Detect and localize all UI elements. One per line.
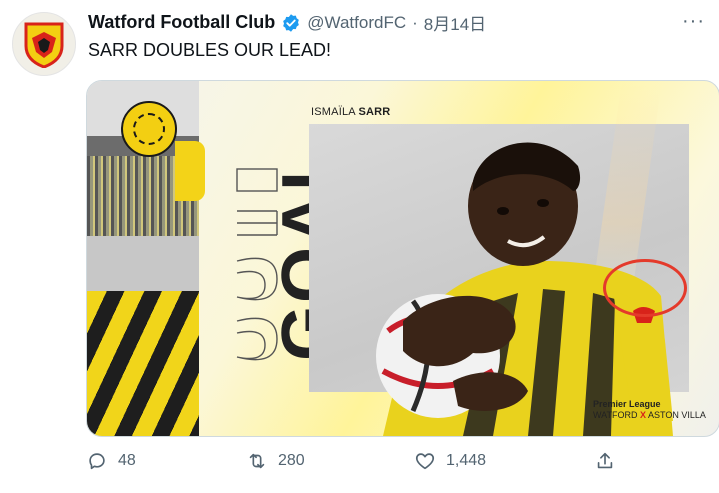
verified-badge-icon — [283, 13, 300, 32]
like-button[interactable]: 1,448 — [414, 450, 486, 472]
tweet-header: Watford Football Club @WatfordFC · 8月14日 — [88, 10, 486, 35]
tweet-text: SARR DOUBLES OUR LEAD! — [88, 40, 332, 60]
player-name: ISMAÏLA SARR — [311, 106, 391, 118]
club-badge-icon — [121, 101, 177, 157]
share-button[interactable] — [594, 450, 616, 472]
highlight-circle — [603, 259, 687, 317]
like-icon — [415, 453, 435, 470]
tweet-date[interactable]: 8月14日 — [424, 10, 486, 35]
retweet-button[interactable]: 280 — [246, 450, 305, 472]
avatar[interactable] — [12, 12, 76, 76]
tweet-media[interactable]: GOAL ISMAÏLA SARR Premier League WATFORD… — [86, 80, 719, 437]
match-info: Premier League WATFORD X ASTON VILLA — [593, 399, 706, 420]
share-icon — [597, 452, 613, 469]
display-name[interactable]: Watford Football Club — [88, 12, 275, 33]
handle[interactable]: @WatfordFC — [307, 13, 406, 33]
like-count: 1,448 — [446, 452, 487, 469]
reply-count: 48 — [118, 452, 136, 469]
reply-button[interactable]: 48 — [86, 450, 136, 472]
separator-dot: · — [412, 12, 418, 32]
tweet: Watford Football Club @WatfordFC · 8月14日… — [0, 0, 719, 493]
watford-crest-icon — [24, 22, 64, 68]
retweet-icon — [249, 453, 265, 469]
more-options-icon[interactable]: ··· — [682, 10, 705, 33]
retweet-count: 280 — [278, 452, 305, 469]
tweet-actions: 48 280 1,448 — [86, 450, 626, 478]
reply-icon — [89, 453, 105, 470]
